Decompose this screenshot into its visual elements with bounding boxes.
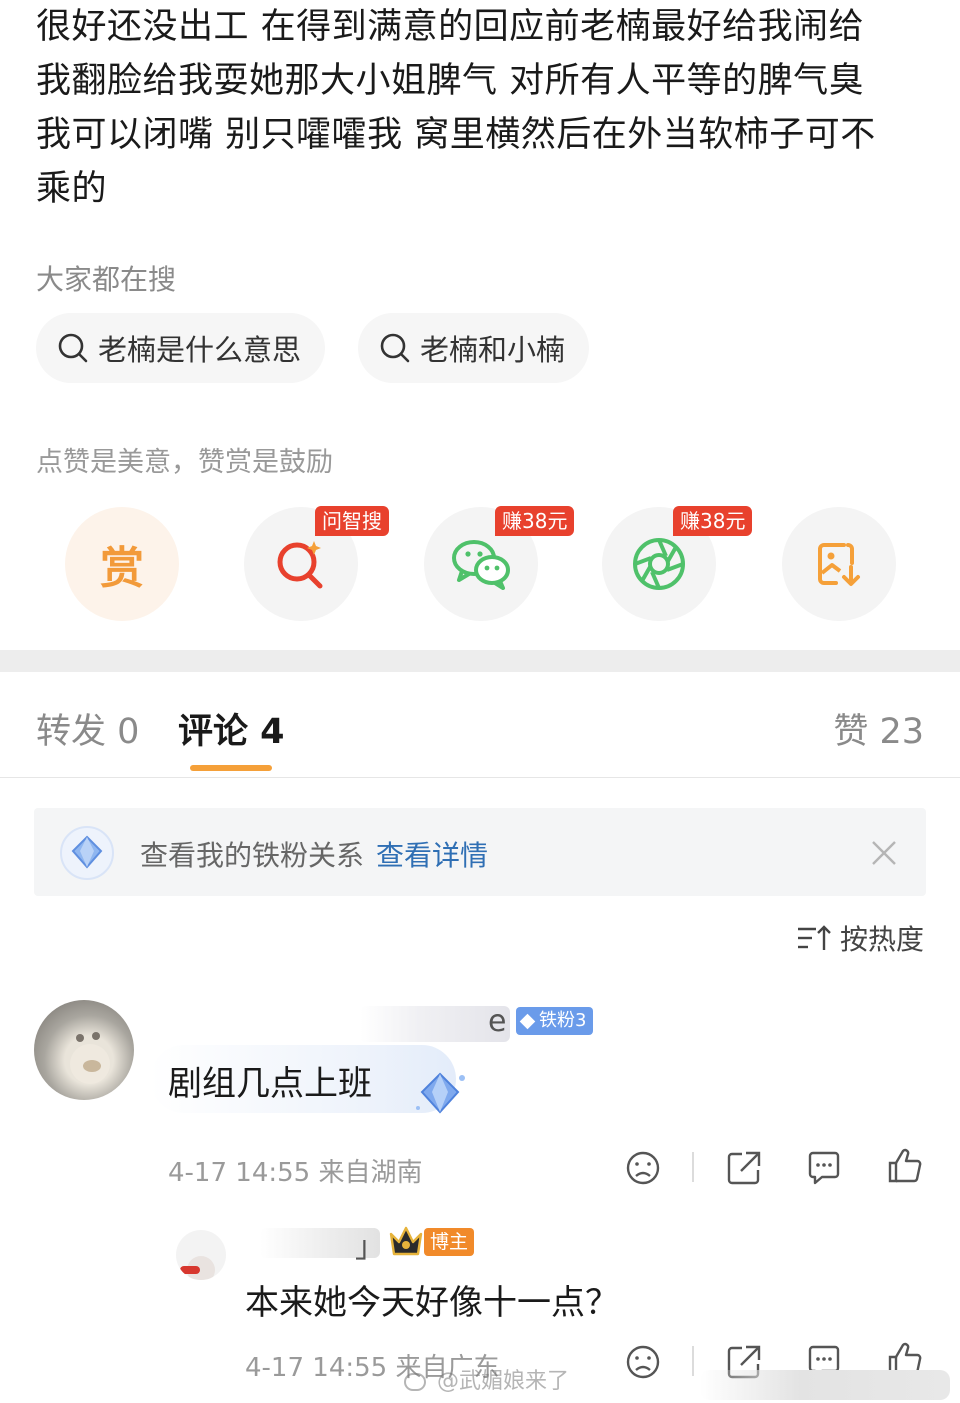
wechat-badge: 赚38元 bbox=[495, 506, 575, 536]
sort-icon bbox=[797, 925, 831, 950]
close-icon[interactable] bbox=[870, 839, 898, 867]
tab-likes[interactable]: 赞 23 bbox=[833, 703, 924, 754]
search-icon bbox=[58, 333, 88, 363]
search-icon bbox=[380, 333, 410, 363]
fan-relation-text: 查看我的铁粉关系 bbox=[140, 839, 365, 872]
reply-text: 本来她今天好像十一点？ bbox=[245, 1283, 619, 1323]
sort-label: 按热度 bbox=[839, 923, 924, 956]
reply-avatar[interactable] bbox=[176, 1230, 226, 1280]
weibo-logo-icon bbox=[404, 1373, 426, 1391]
post-text: 很好还没出工 在得到满意的回应前老楠最好给我闹给 我翻脸给我耍她那大小姐脾气 对… bbox=[36, 0, 936, 216]
crown-icon bbox=[389, 1226, 423, 1256]
post-line-4: 乘的 bbox=[36, 169, 108, 209]
bottom-redacted bbox=[700, 1370, 950, 1400]
save-image-icon bbox=[818, 543, 860, 586]
reward-button[interactable]: 赏 bbox=[65, 507, 179, 621]
search-heading: 大家都在搜 bbox=[36, 263, 177, 296]
author-tag: 博主 bbox=[424, 1228, 475, 1256]
search-chip-label: 老楠是什么意思 bbox=[98, 333, 302, 367]
moments-icon bbox=[633, 538, 685, 590]
tab-comments[interactable]: 评论 4 bbox=[178, 703, 285, 754]
ai-search-badge: 问智搜 bbox=[315, 506, 389, 536]
fan-level-tag: 铁粉3 bbox=[516, 1007, 594, 1035]
comment-text: 剧组几点上班 bbox=[168, 1064, 372, 1104]
bubble-diamond-icon bbox=[416, 1072, 465, 1114]
search-chip-2[interactable]: 老楠和小楠 bbox=[358, 313, 590, 383]
reply-action-separator bbox=[692, 1346, 694, 1376]
avatar[interactable] bbox=[34, 1000, 134, 1100]
post-line-3: 我可以闭嘴 别只嚯嚯我 窝里横然后在外当软柿子可不 bbox=[36, 115, 876, 155]
search-chip-label: 老楠和小楠 bbox=[420, 333, 566, 367]
nickname[interactable]: e bbox=[488, 1004, 506, 1039]
wechat-icon bbox=[452, 540, 510, 590]
reward-slogan: 点赞是美意，赞赏是鼓励 bbox=[36, 447, 333, 478]
share-icon[interactable] bbox=[724, 1148, 764, 1188]
reply-dislike-face-icon[interactable] bbox=[623, 1342, 663, 1382]
tab-active-indicator bbox=[190, 765, 272, 771]
tab-divider bbox=[0, 777, 960, 778]
watermark: @武媚娘来了 bbox=[404, 1363, 569, 1395]
watermark-text: @武媚娘来了 bbox=[437, 1369, 570, 1394]
tab-repost[interactable]: 转发 0 bbox=[36, 703, 139, 754]
moments-badge: 赚38元 bbox=[673, 506, 753, 536]
reply-nickname[interactable]: 」 bbox=[355, 1222, 385, 1266]
ai-search-icon bbox=[277, 541, 323, 589]
like-icon[interactable] bbox=[885, 1146, 925, 1186]
diamond-tag-icon bbox=[519, 1013, 536, 1029]
post-line-1: 很好还没出工 在得到满意的回应前老楠最好给我闹给 bbox=[36, 7, 865, 47]
avatar-image bbox=[70, 1032, 110, 1084]
post-line-2: 我翻脸给我耍她那大小姐脾气 对所有人平等的脾气臭 bbox=[36, 61, 865, 101]
comment-meta: 4-17 14:55 来自湖南 bbox=[168, 1158, 423, 1188]
section-divider bbox=[0, 650, 960, 672]
reward-label: 赏 bbox=[100, 543, 144, 594]
reply-avatar-image bbox=[180, 1256, 215, 1280]
fan-level-label: 铁粉3 bbox=[539, 1010, 587, 1031]
search-chip-1[interactable]: 老楠是什么意思 bbox=[36, 313, 326, 383]
dislike-face-icon[interactable] bbox=[623, 1148, 663, 1188]
action-separator bbox=[692, 1152, 694, 1182]
comment-icon[interactable] bbox=[804, 1148, 844, 1188]
save-image-button[interactable] bbox=[782, 507, 896, 621]
fan-relation-link[interactable]: 查看详情 bbox=[376, 834, 488, 874]
diamond-icon bbox=[60, 826, 114, 880]
sort-toggle[interactable]: 按热度 bbox=[796, 918, 924, 958]
